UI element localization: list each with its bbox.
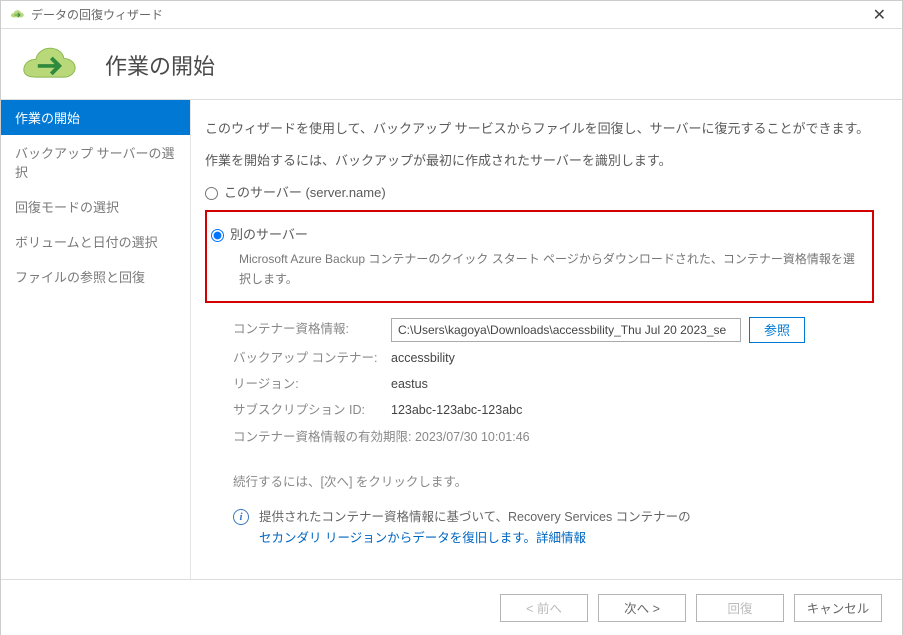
cred-label: コンテナー資格情報: — [233, 319, 391, 340]
recover-button[interactable]: 回復 — [696, 594, 784, 622]
option-this-server-label: このサーバー (server.name) — [224, 182, 386, 204]
info-row: i 提供されたコンテナー資格情報に基づいて、Recovery Services … — [233, 507, 874, 550]
continue-hint: 続行するには、[次へ] をクリックします。 — [233, 472, 874, 493]
option-another-server-row: 別のサーバー — [211, 224, 860, 246]
browse-button[interactable]: 参照 — [749, 317, 805, 343]
step-browse-recover-files[interactable]: ファイルの参照と回復 — [1, 259, 190, 294]
close-icon[interactable]: ✕ — [867, 5, 892, 25]
intro-text-2: 作業を開始するには、バックアップが最初に作成されたサーバーを識別します。 — [205, 150, 874, 172]
intro-text-1: このウィザードを使用して、バックアップ サービスからファイルを回復し、サーバーに… — [205, 118, 874, 140]
subscription-value: 123abc-123abc-123abc — [391, 400, 522, 421]
option-another-server-label: 別のサーバー — [230, 224, 308, 246]
step-select-backup-server[interactable]: バックアップ サーバーの選択 — [1, 135, 190, 189]
wizard-steps-sidebar: 作業の開始 バックアップ サーバーの選択 回復モードの選択 ボリュームと日付の選… — [1, 100, 191, 579]
info-icon: i — [233, 509, 249, 525]
main-panel: このウィザードを使用して、バックアップ サービスからファイルを回復し、サーバーに… — [191, 100, 902, 579]
secondary-region-link[interactable]: セカンダリ リージョンからデータを復旧します。詳細情報 — [259, 531, 586, 545]
region-value: eastus — [391, 374, 428, 395]
cancel-button[interactable]: キャンセル — [794, 594, 882, 622]
credentials-form: コンテナー資格情報: 参照 バックアップ コンテナー: accessbility… — [233, 317, 874, 422]
region-label: リージョン: — [233, 374, 391, 395]
info-text: 提供されたコンテナー資格情報に基づいて、Recovery Services コン… — [259, 510, 691, 524]
page-title: 作業の開始 — [105, 49, 215, 81]
next-button[interactable]: 次へ > — [598, 594, 686, 622]
titlebar: データの回復ウィザード ✕ — [1, 1, 902, 29]
option-this-server-row: このサーバー (server.name) — [205, 182, 874, 204]
step-getting-started[interactable]: 作業の開始 — [1, 100, 190, 135]
app-cloud-icon — [9, 7, 25, 23]
cred-expiry: コンテナー資格情報の有効期限: 2023/07/30 10:01:46 — [233, 427, 874, 448]
footer-buttons: < 前へ 次へ > 回復 キャンセル — [1, 579, 902, 635]
radio-another-server[interactable] — [211, 229, 224, 242]
wizard-cloud-icon — [21, 45, 77, 85]
container-value: accessbility — [391, 348, 455, 369]
another-server-highlight: 別のサーバー Microsoft Azure Backup コンテナーのクイック… — [205, 210, 874, 302]
container-label: バックアップ コンテナー: — [233, 348, 391, 369]
cred-path-input[interactable] — [391, 318, 741, 342]
header: 作業の開始 — [1, 29, 902, 100]
another-server-desc: Microsoft Azure Backup コンテナーのクイック スタート ペ… — [239, 250, 860, 288]
step-select-recovery-mode[interactable]: 回復モードの選択 — [1, 189, 190, 224]
prev-button[interactable]: < 前へ — [500, 594, 588, 622]
subscription-label: サブスクリプション ID: — [233, 400, 391, 421]
window-title: データの回復ウィザード — [31, 6, 163, 23]
step-select-volume-date[interactable]: ボリュームと日付の選択 — [1, 224, 190, 259]
radio-this-server[interactable] — [205, 187, 218, 200]
